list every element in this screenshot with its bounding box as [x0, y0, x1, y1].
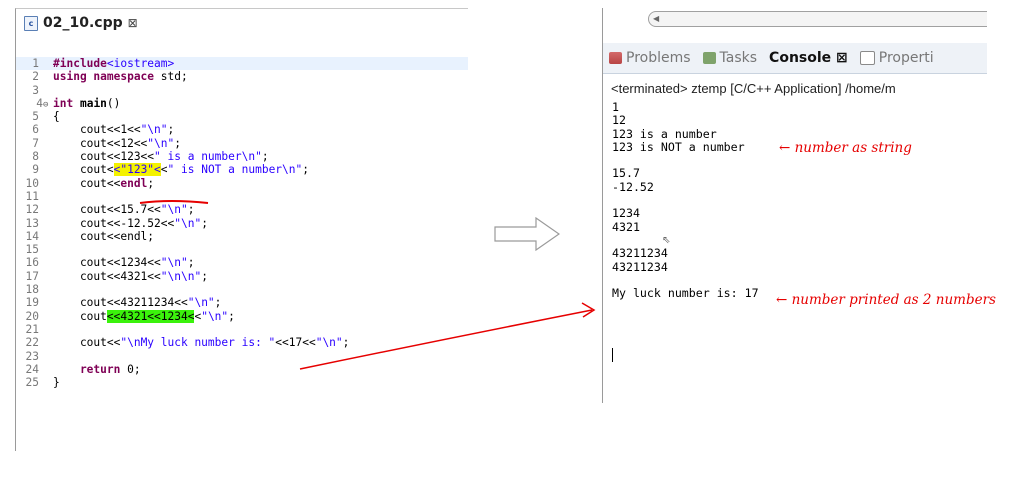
annotation-strokes	[139, 200, 596, 370]
connector-arrowhead	[581, 302, 596, 318]
underline-stroke	[139, 200, 209, 204]
connector-stroke	[299, 309, 593, 370]
